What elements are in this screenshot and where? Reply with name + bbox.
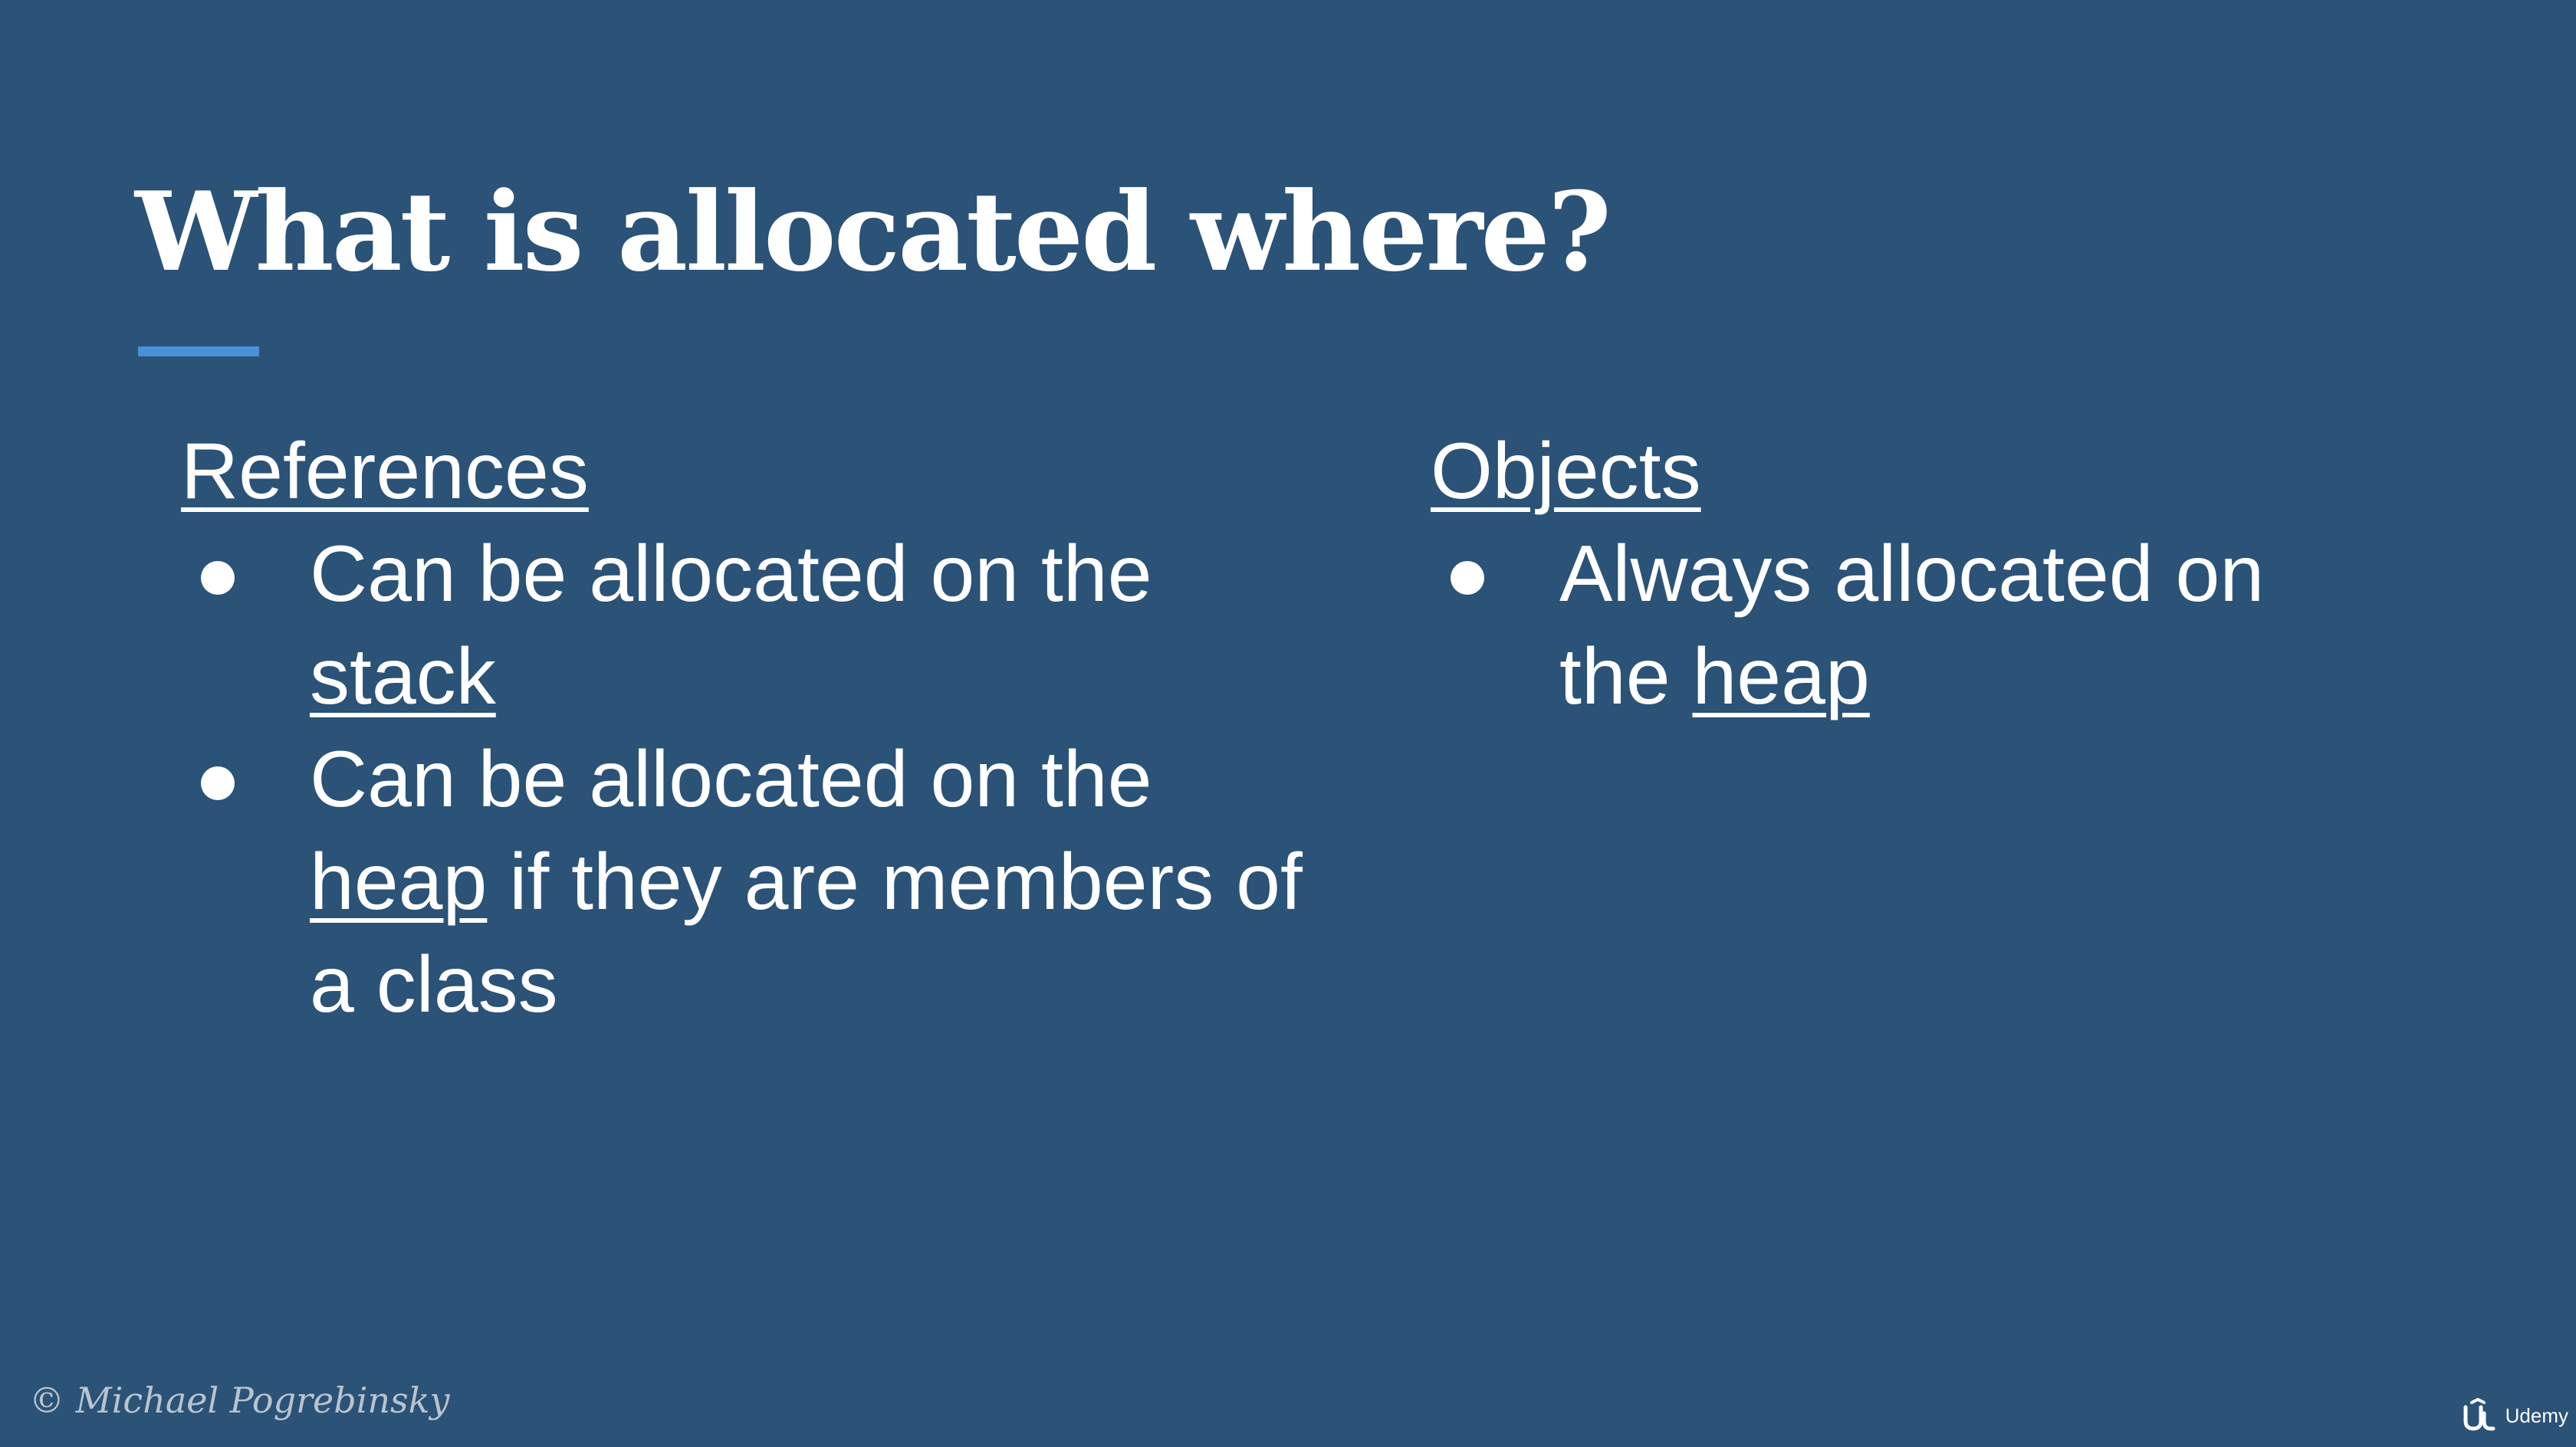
references-bullet-2: Can be allocated on the heap if they are…	[181, 728, 1331, 1036]
objects-bullet-1: Always allocated on the heap	[1431, 523, 2274, 728]
bullet-underlined-term: heap	[310, 838, 488, 927]
bullet-dot-icon	[201, 766, 235, 800]
title-accent-bar	[138, 346, 259, 356]
references-bullet-1: Can be allocated on the stack	[181, 523, 1331, 728]
bullet-text-prefix: Always allocated on the	[1559, 530, 2265, 721]
udemy-brand-label: Udemy	[2505, 1403, 2568, 1427]
references-column: References Can be allocated on the stack…	[181, 420, 1331, 1036]
objects-column: Objects Always allocated on the heap	[1431, 420, 2274, 728]
bullet-underlined-term: heap	[1692, 632, 1870, 721]
slide: What is allocated where? References Can …	[0, 0, 2576, 1447]
slide-title: What is allocated where?	[135, 169, 1612, 296]
bullet-text-prefix: Can be allocated on the	[310, 735, 1152, 824]
copyright-text: © Michael Pogrebinsky	[29, 1380, 450, 1421]
udemy-logo-icon	[2463, 1398, 2496, 1431]
objects-bullet-list: Always allocated on the heap	[1431, 523, 2274, 728]
references-bullet-list: Can be allocated on the stack Can be all…	[181, 523, 1331, 1036]
bullet-dot-icon	[1451, 561, 1484, 595]
bullet-underlined-term: stack	[310, 632, 496, 721]
objects-heading: Objects	[1431, 427, 1701, 516]
bullet-text-prefix: Can be allocated on the	[310, 530, 1152, 619]
bullet-dot-icon	[201, 561, 235, 595]
references-heading: References	[181, 427, 589, 516]
udemy-watermark: Udemy	[2461, 1398, 2568, 1433]
